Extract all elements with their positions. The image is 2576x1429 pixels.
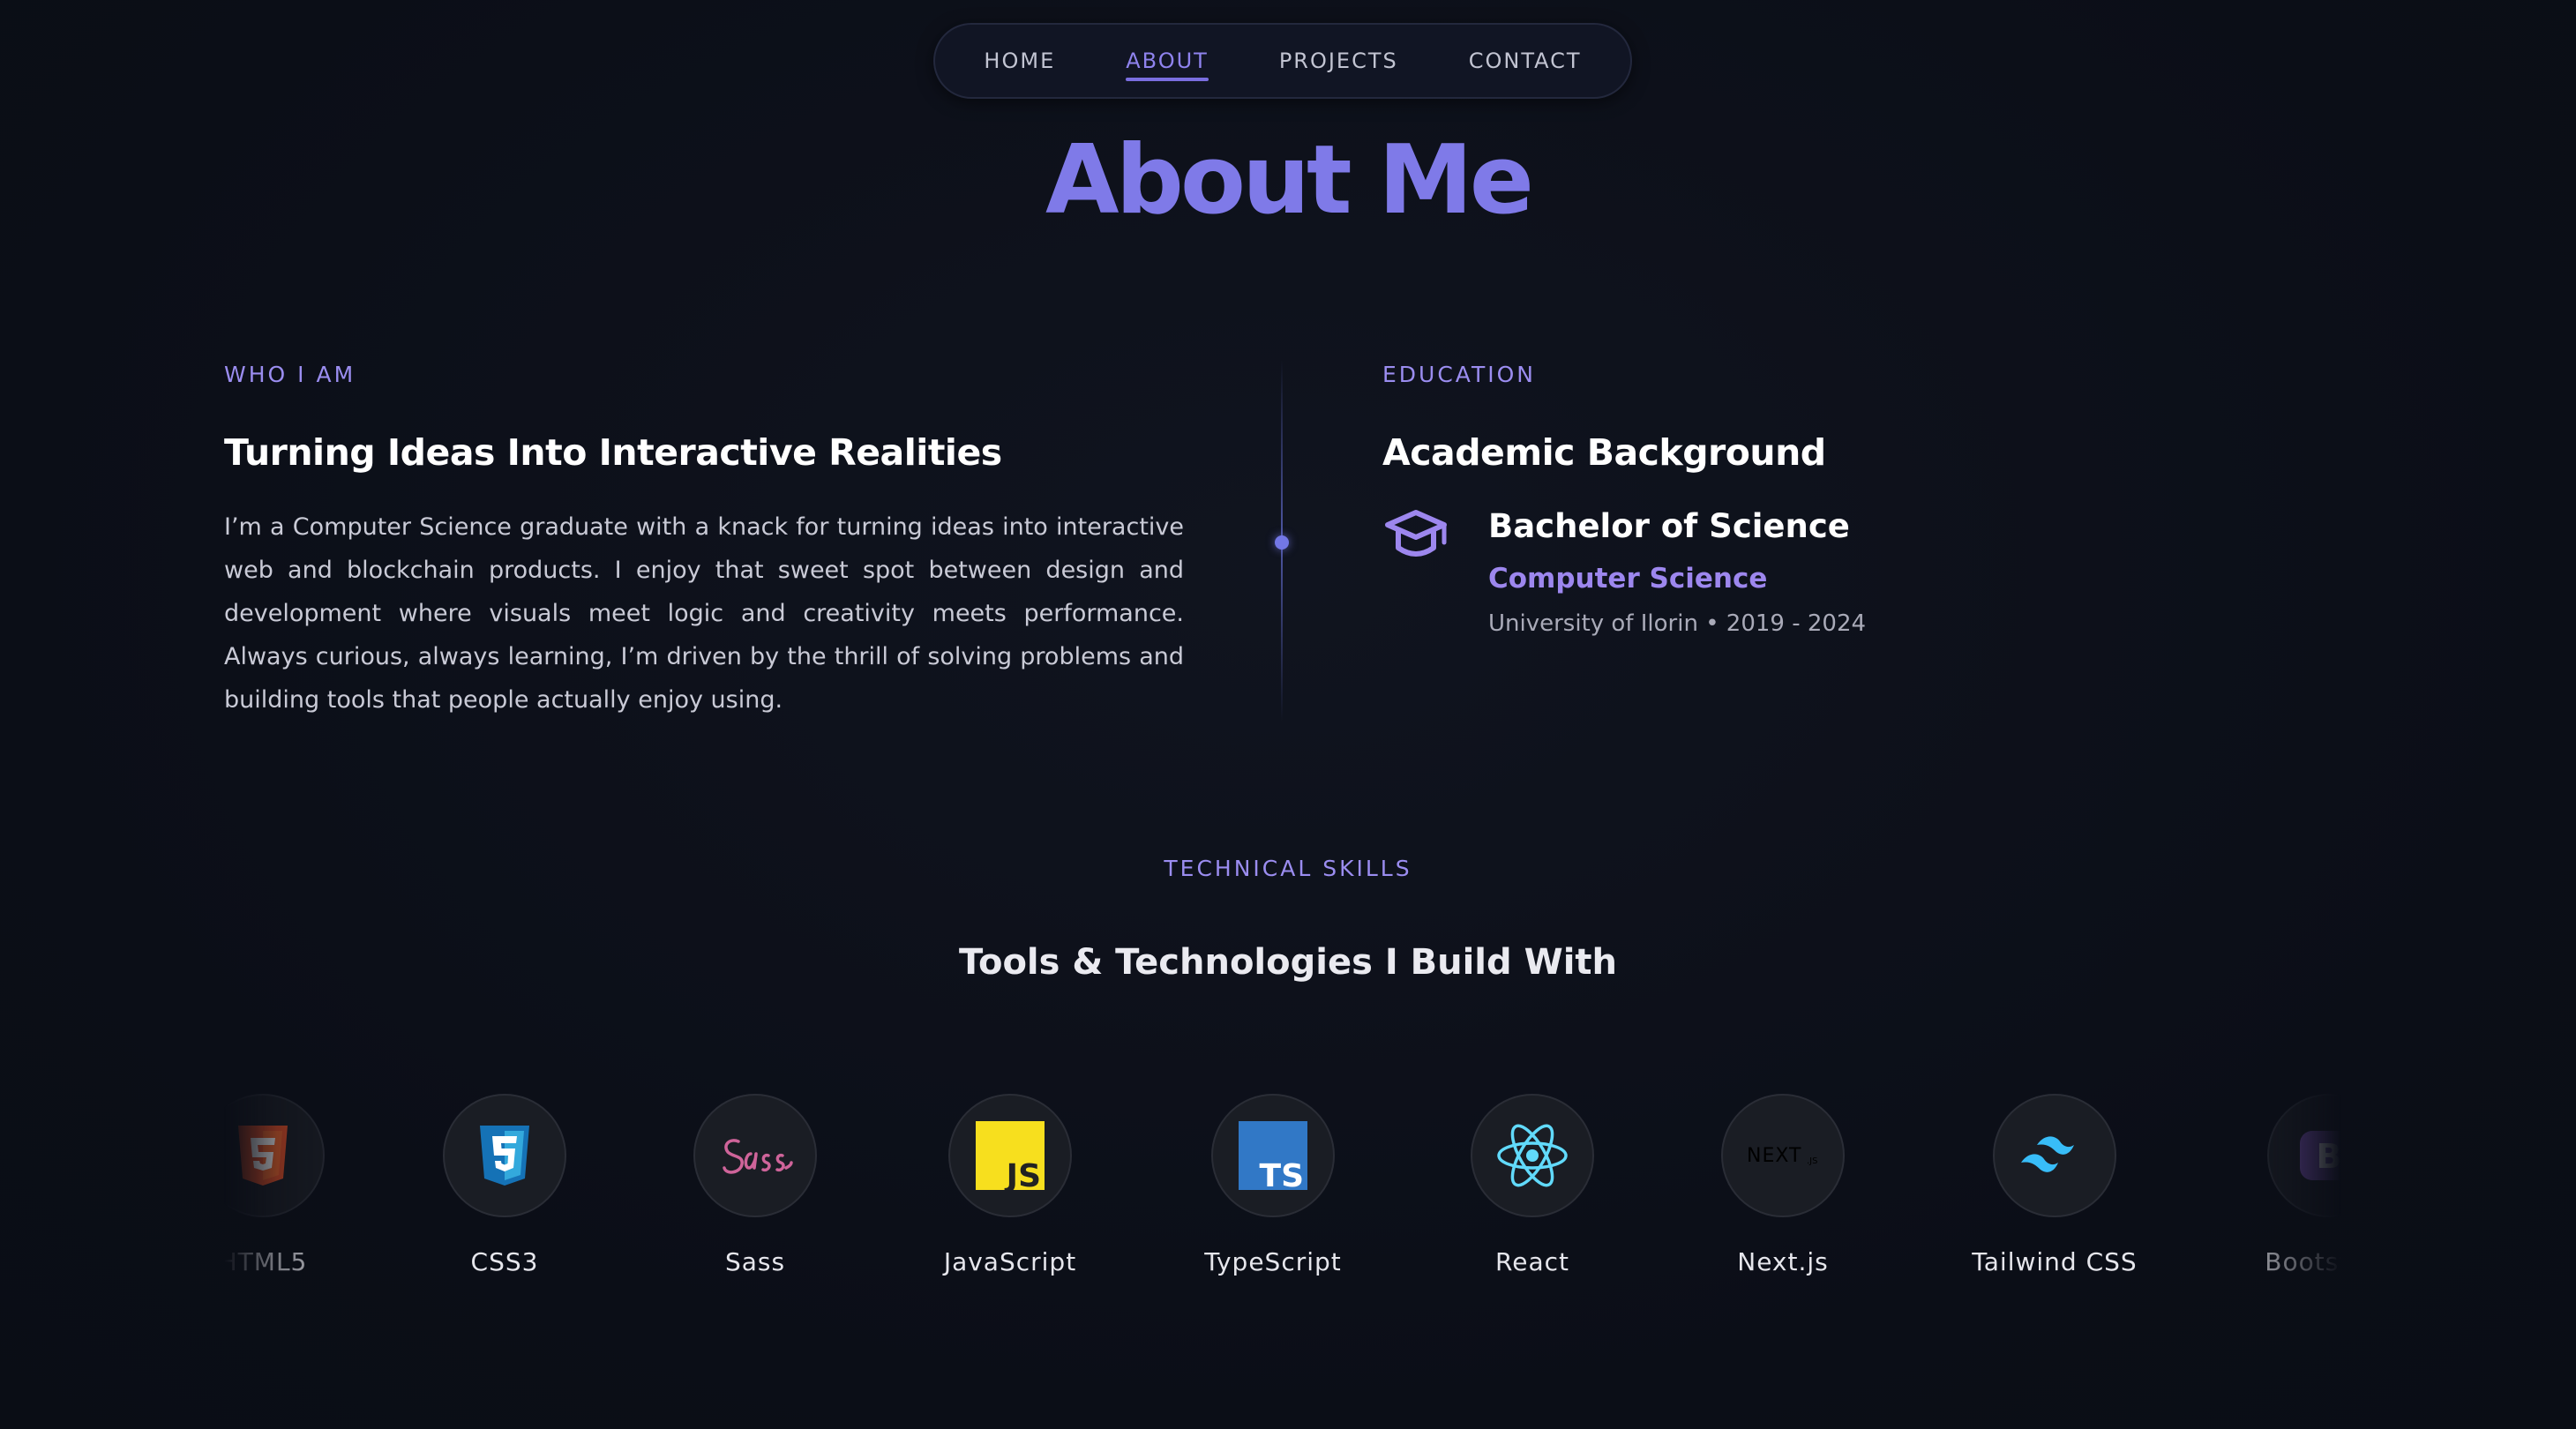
skill-label: TypeScript: [1204, 1247, 1342, 1276]
skills-carousel[interactable]: HTML5 CSS3 Sass JS JavaScript TS TypeScr…: [224, 1094, 2341, 1306]
graduation-cap-icon: [1385, 510, 1447, 557]
skill-label: React: [1495, 1247, 1569, 1276]
nextjs-icon: NEXT .JS: [1747, 1145, 1817, 1167]
about-section: WHO I AM Turning Ideas Into Interactive …: [224, 362, 1184, 722]
about-bio: I’m a Computer Science graduate with a k…: [224, 513, 1184, 714]
svg-text:JS: JS: [1004, 1158, 1041, 1190]
skill-circle: TS: [1211, 1094, 1335, 1217]
svg-text:TS: TS: [1260, 1158, 1304, 1190]
svg-text:B: B: [2317, 1137, 2341, 1176]
skill-tailwind: Tailwind CSS: [1949, 1094, 2160, 1276]
skill-react: React: [1427, 1094, 1638, 1276]
tailwind-icon: [2021, 1136, 2074, 1172]
page-title: About Me: [1045, 125, 1534, 236]
education-title: Academic Background: [1382, 431, 1826, 474]
skill-css3: CSS3: [399, 1094, 610, 1276]
javascript-icon: JS: [976, 1121, 1045, 1190]
skill-circle: JS: [948, 1094, 1072, 1217]
skill-label: Bootstrap: [2265, 1247, 2341, 1276]
about-title: Turning Ideas Into Interactive Realities: [224, 431, 1002, 474]
skill-label: JavaScript: [943, 1247, 1077, 1276]
skills-eyebrow: TECHNICAL SKILLS: [1164, 856, 1412, 881]
degree: Bachelor of Science: [1488, 507, 1850, 545]
skill-nextjs: NEXT .JS Next.js: [1677, 1094, 1889, 1276]
skill-label: Sass: [724, 1247, 786, 1276]
css3-icon: [480, 1126, 529, 1186]
svg-text:.JS: .JS: [1807, 1156, 1817, 1166]
skill-circle: [443, 1094, 566, 1217]
education-eyebrow: EDUCATION: [1382, 362, 1536, 387]
divider-dot: [1275, 535, 1289, 550]
skill-circle: B: [2267, 1094, 2341, 1217]
education-section: EDUCATION Academic Background Bachelor o…: [1382, 362, 2176, 637]
skill-typescript: TS TypeScript: [1167, 1094, 1379, 1276]
skill-circle: [1471, 1094, 1594, 1217]
typescript-icon: TS: [1239, 1121, 1307, 1190]
top-nav: HOME ABOUT PROJECTS CONTACT: [933, 23, 1632, 99]
education-entry: Bachelor of Science Computer Science Uni…: [1382, 507, 2176, 637]
about-eyebrow: WHO I AM: [224, 362, 356, 387]
nav-projects[interactable]: PROJECTS: [1244, 23, 1434, 99]
skill-html5: HTML5: [224, 1094, 369, 1276]
skill-javascript: JS JavaScript: [904, 1094, 1116, 1276]
nav-home[interactable]: HOME: [948, 23, 1090, 99]
skill-label: HTML5: [224, 1247, 308, 1276]
bootstrap-icon: B: [2300, 1131, 2341, 1180]
nav-about[interactable]: ABOUT: [1090, 23, 1244, 99]
skill-label: Tailwind CSS: [1972, 1247, 2138, 1276]
skill-bootstrap: B Bootstrap: [2223, 1094, 2341, 1276]
html5-icon: [238, 1126, 288, 1186]
skills-title: Tools & Technologies I Build With: [958, 942, 1617, 983]
skill-circle: [224, 1094, 325, 1217]
sass-icon: [723, 1139, 793, 1174]
skill-circle: [1993, 1094, 2116, 1217]
skill-circle: [693, 1094, 817, 1217]
skill-label: CSS3: [470, 1247, 539, 1276]
react-icon: [1497, 1124, 1568, 1187]
skill-sass: Sass: [649, 1094, 861, 1276]
skill-label: Next.js: [1737, 1247, 1829, 1276]
svg-text:NEXT: NEXT: [1747, 1145, 1801, 1167]
major: Computer Science: [1488, 563, 1768, 595]
school-and-years: University of Ilorin • 2019 - 2024: [1488, 610, 1867, 637]
skill-circle: NEXT .JS: [1721, 1094, 1845, 1217]
nav-contact[interactable]: CONTACT: [1434, 23, 1617, 99]
